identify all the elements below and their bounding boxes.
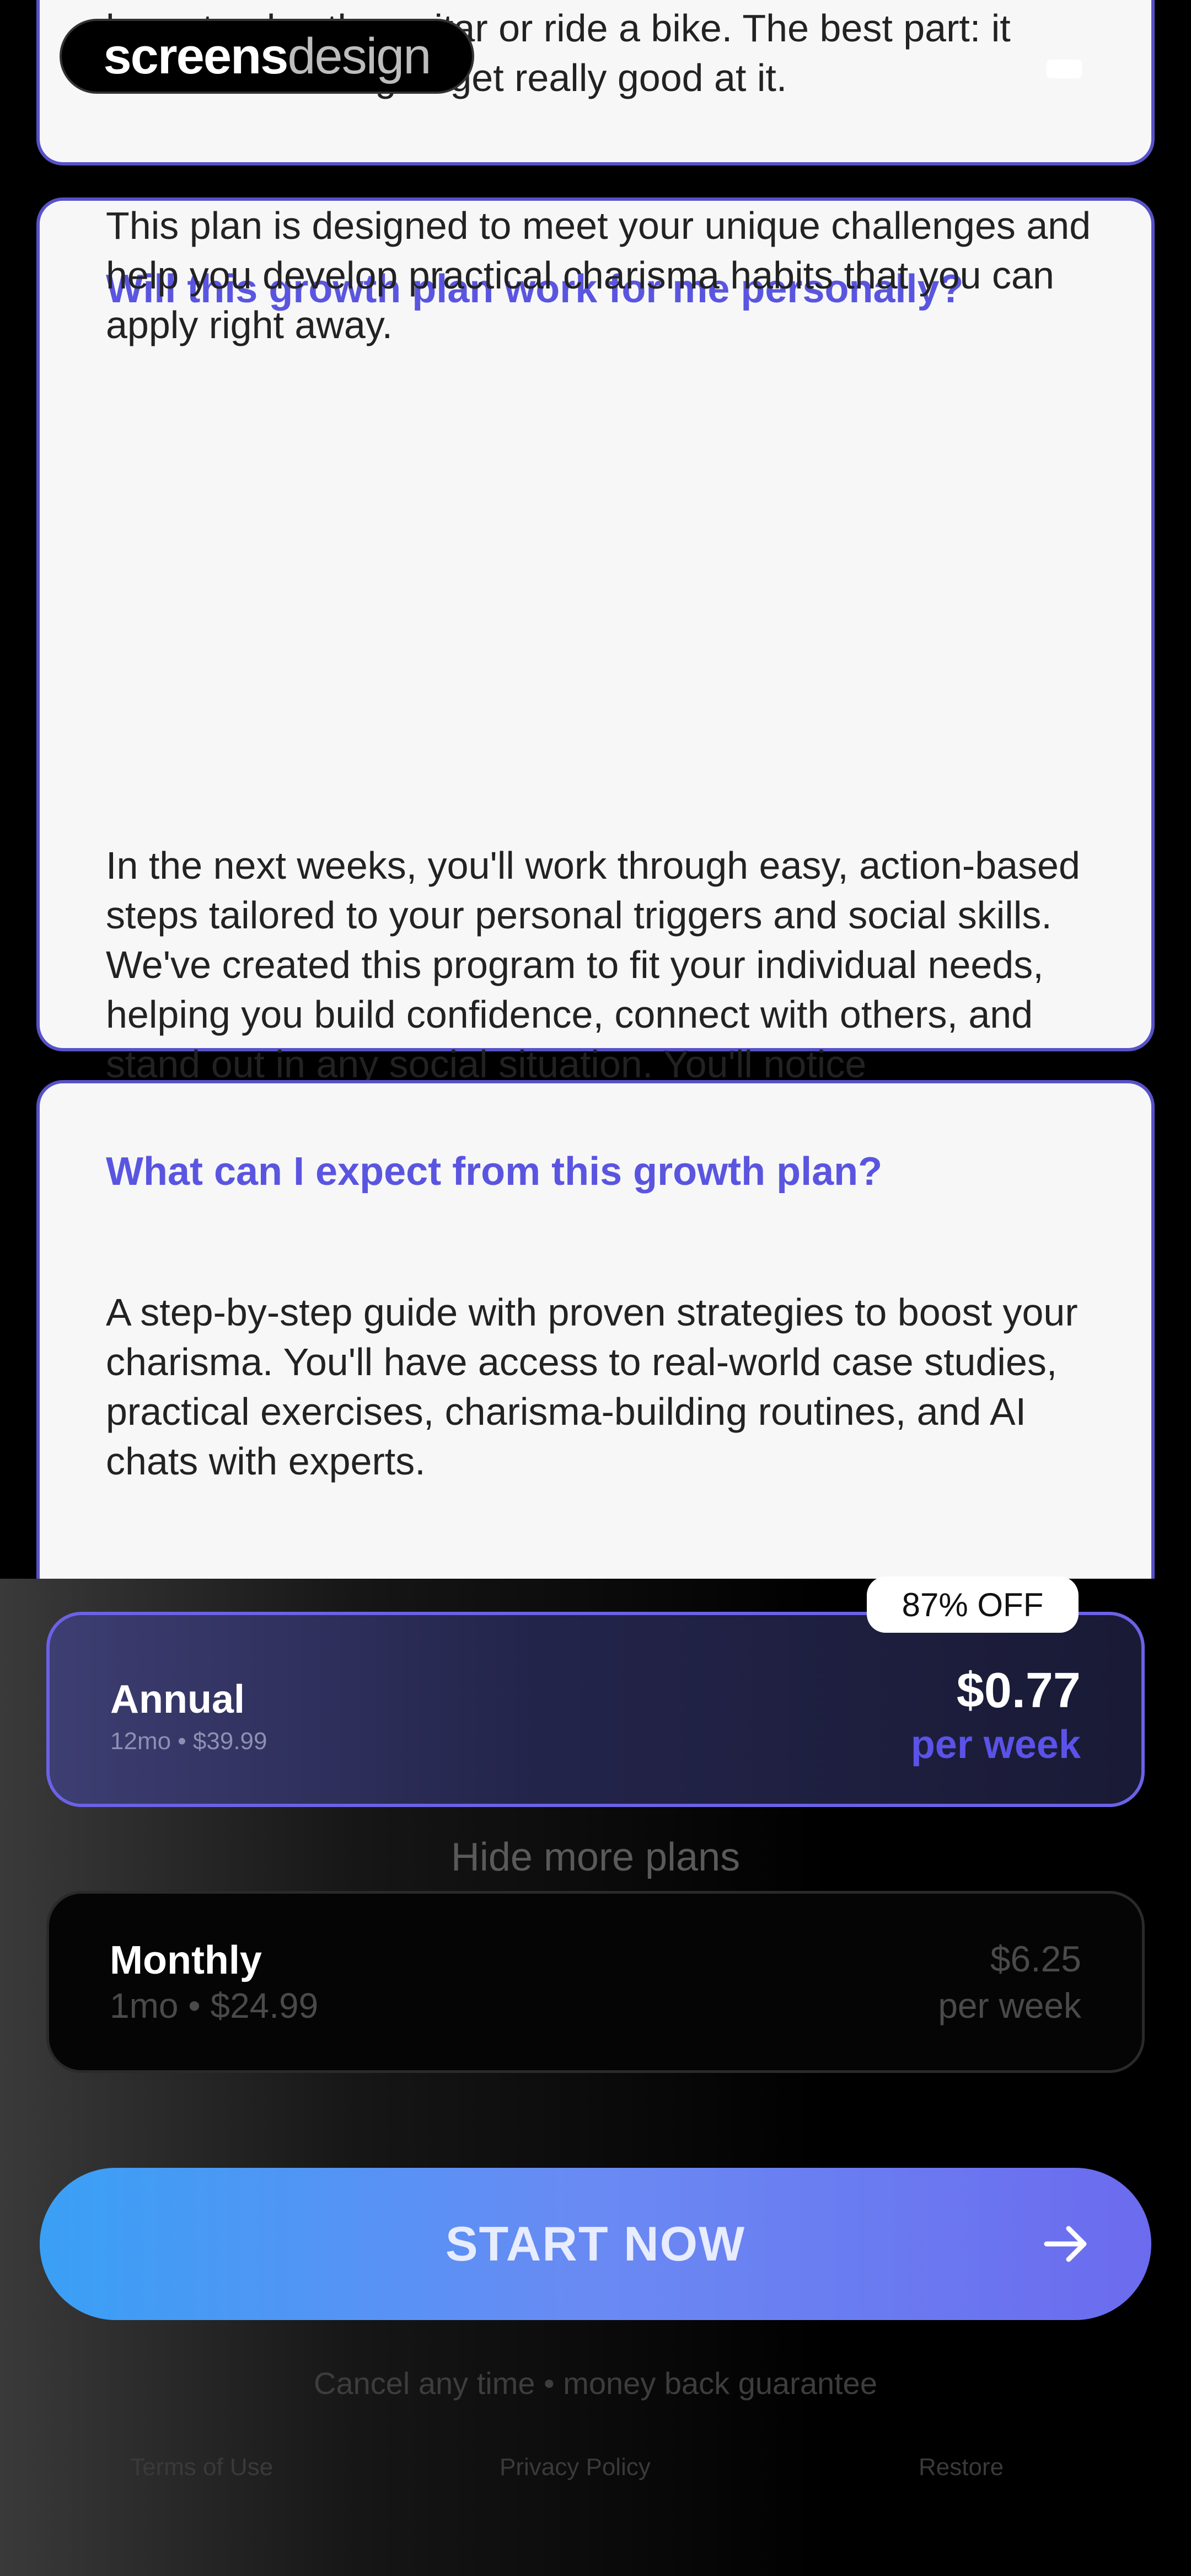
faq-card-personal: Will this growth plan work for me person… <box>36 197 1155 1185</box>
logo-primary-text: screens <box>103 28 289 84</box>
discount-badge: 87% OFF <box>867 1576 1079 1633</box>
restore-link[interactable]: Restore <box>919 2454 1004 2481</box>
arrow-right-icon <box>1044 2226 1087 2262</box>
logo-secondary-text: design <box>287 28 431 84</box>
plan-option-monthly[interactable]: Monthly 1mo • $24.99 $6.25 per week <box>46 1891 1145 2073</box>
plan-name: Monthly <box>110 1938 262 1982</box>
faq-answer-text: A step-by-step guide with proven strateg… <box>106 1291 1078 1483</box>
faq-scroll-area[interactable]: learn to play the guitar or ride a bike.… <box>0 0 1191 1589</box>
plan-price: $6.25 <box>990 1938 1081 1979</box>
start-now-label: START NOW <box>445 2216 746 2271</box>
plan-subtitle: 12mo • $39.99 <box>110 1728 267 1755</box>
terms-of-use-link[interactable]: Terms of Use <box>130 2454 273 2481</box>
plan-option-annual[interactable]: Annual 12mo • $39.99 $0.77 per week <box>46 1612 1145 1807</box>
guarantee-text: Cancel any time • money back guarantee <box>314 2366 877 2401</box>
plan-price: $0.77 <box>956 1663 1081 1718</box>
faq-answer-text: This plan is designed to meet your uniqu… <box>106 204 1091 346</box>
plan-subtitle: 1mo • $24.99 <box>110 1986 319 2025</box>
privacy-policy-link[interactable]: Privacy Policy <box>500 2454 651 2481</box>
plan-price-unit: per week <box>938 1986 1081 2025</box>
faq-card-expect: What can I expect from this growth plan?… <box>36 1080 1155 1589</box>
screensdesign-logo: screens design <box>60 19 474 94</box>
start-now-button[interactable]: START NOW <box>40 2168 1151 2320</box>
hide-more-plans-toggle[interactable]: Hide more plans <box>0 1835 1191 1880</box>
plan-price-unit: per week <box>910 1723 1081 1767</box>
status-indicator-icon <box>1047 60 1082 78</box>
plan-name: Annual <box>110 1677 245 1722</box>
faq-question: What can I expect from this growth plan? <box>106 1150 883 1194</box>
